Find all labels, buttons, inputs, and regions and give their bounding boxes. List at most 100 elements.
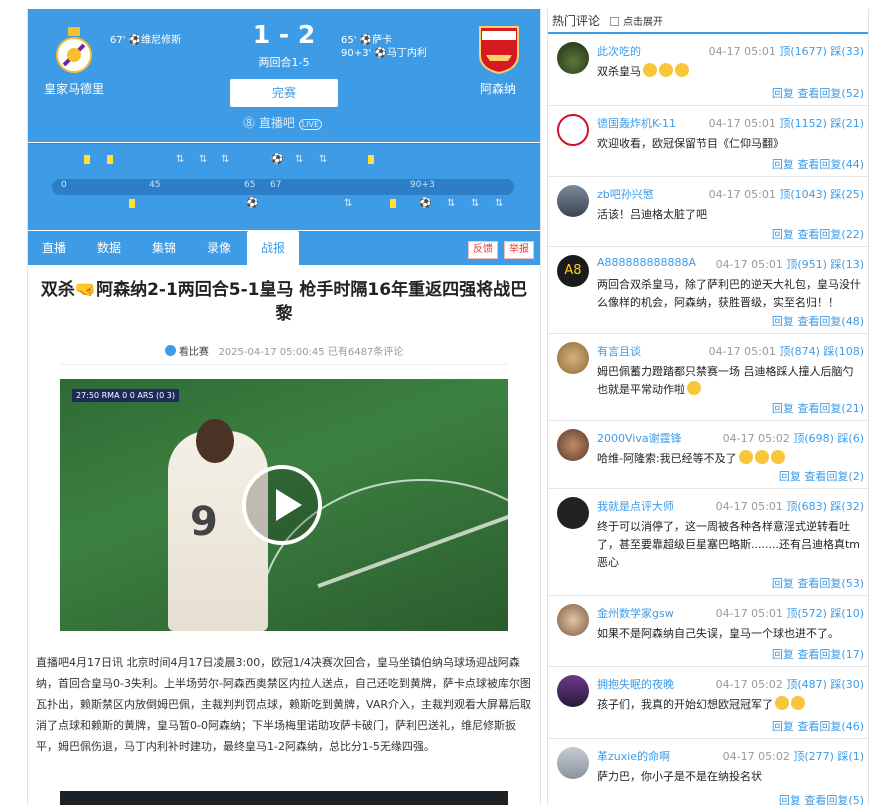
reply-button[interactable]: 回复: [772, 228, 798, 241]
tab-live[interactable]: 直播: [42, 231, 66, 265]
downvote-button[interactable]: 踩(6): [837, 432, 864, 445]
comment-username[interactable]: 金州数学家gsw: [597, 605, 674, 621]
player-head: [196, 419, 234, 463]
downvote-button[interactable]: 踩(32): [830, 500, 864, 513]
view-replies-button[interactable]: 查看回复(46): [797, 720, 864, 733]
view-replies-button[interactable]: 查看回复(53): [797, 577, 864, 590]
comment-actions: 回复 查看回复(48): [772, 313, 864, 329]
brand-icon: ⓼: [243, 116, 256, 130]
upvote-button[interactable]: 顶(277): [793, 750, 837, 763]
view-replies-button[interactable]: 查看回复(21): [797, 402, 864, 415]
comment-time: 04-17 05:01: [708, 117, 780, 130]
avatar[interactable]: [557, 429, 589, 461]
downvote-button[interactable]: 踩(10): [830, 607, 864, 620]
upvote-button[interactable]: 顶(487): [786, 678, 830, 691]
comment-username[interactable]: 德国轰炸机K-11: [597, 115, 676, 131]
avatar[interactable]: A8: [557, 255, 589, 287]
comment-username[interactable]: zb吧孙兴慜: [597, 186, 654, 202]
view-replies-button[interactable]: 查看回复(2): [804, 470, 864, 483]
reply-button[interactable]: 回复: [772, 648, 798, 661]
reply-button[interactable]: 回复: [772, 577, 798, 590]
view-replies-button[interactable]: 查看回复(44): [797, 158, 864, 171]
downvote-button[interactable]: 踩(108): [823, 345, 864, 358]
checkbox-icon[interactable]: [610, 17, 619, 26]
hot-comments-header: 热门评论 点击展开: [548, 9, 868, 34]
report-button[interactable]: 举报: [504, 241, 534, 259]
reply-button[interactable]: 回复: [772, 402, 798, 415]
comment-item: 2000Viva谢霆锋 04-17 05:02 顶(698) 踩(6) 哈维-阿隆索…: [548, 421, 868, 489]
upvote-button[interactable]: 顶(683): [786, 500, 830, 513]
comment-username[interactable]: 有言且谈: [597, 343, 641, 359]
expand-toggle[interactable]: 点击展开: [610, 13, 663, 28]
comment-actions: 回复 查看回复(44): [772, 156, 864, 172]
upvote-button[interactable]: 顶(1043): [779, 188, 830, 201]
play-icon[interactable]: [242, 465, 322, 545]
comment-username[interactable]: 我就是点评大师: [597, 498, 674, 514]
reply-button[interactable]: 回复: [772, 87, 798, 100]
feedback-button[interactable]: 反馈: [468, 241, 498, 259]
comment-item: 拥抱失眠的夜晚 04-17 05:02 顶(487) 踩(30) 孩子们，我真的开始…: [548, 667, 868, 739]
upvote-button[interactable]: 顶(572): [786, 607, 830, 620]
tab-report[interactable]: 战报: [247, 231, 299, 265]
view-replies-button[interactable]: 查看回复(48): [797, 315, 864, 328]
downvote-button[interactable]: 踩(30): [830, 678, 864, 691]
view-replies-button[interactable]: 查看回复(22): [797, 228, 864, 241]
comment-meta: 04-17 05:02 顶(277) 踩(1): [723, 748, 864, 764]
real-madrid-crest-icon[interactable]: [54, 27, 94, 75]
upvote-button[interactable]: 顶(1152): [779, 117, 830, 130]
comment-username[interactable]: A888888888888A: [597, 256, 696, 269]
upvote-button[interactable]: 顶(951): [786, 258, 830, 271]
avatar[interactable]: [557, 185, 589, 217]
comment-time: 04-17 05:01: [708, 45, 780, 58]
match-status-button[interactable]: 完赛: [230, 79, 338, 107]
reply-button[interactable]: 回复: [772, 158, 798, 171]
article-body: 直播吧4月17日讯 北京时间4月17日凌晨3:00，欧冠1/4决赛次回合，皇马坐…: [36, 656, 531, 753]
second-video[interactable]: [60, 791, 508, 805]
comment-username[interactable]: 此次吃的: [597, 43, 641, 59]
avatar[interactable]: [557, 604, 589, 636]
yellow-card-icon: [368, 155, 374, 164]
view-replies-button[interactable]: 查看回复(5): [804, 794, 864, 805]
avatar[interactable]: [557, 342, 589, 374]
home-scorer-name: 维尼修斯: [141, 35, 182, 46]
goal-icon: ⚽: [419, 198, 432, 209]
home-team-name[interactable]: 皇家马德里: [36, 80, 112, 97]
reply-button[interactable]: 回复: [772, 315, 798, 328]
avatar[interactable]: [557, 675, 589, 707]
view-replies-button[interactable]: 查看回复(52): [797, 87, 864, 100]
view-replies-button[interactable]: 查看回复(17): [797, 648, 864, 661]
brand-name: 直播吧: [258, 116, 295, 130]
comment-list: 此次吃的 04-17 05:01 顶(1677) 踩(33) 双杀皇马 回复 查看回复…: [548, 34, 868, 805]
comment-username[interactable]: 拥抱失眠的夜晚: [597, 676, 674, 692]
upvote-button[interactable]: 顶(874): [779, 345, 823, 358]
upvote-button[interactable]: 顶(1677): [779, 45, 830, 58]
downvote-button[interactable]: 踩(33): [830, 45, 864, 58]
hot-comments-panel: 热门评论 点击展开 此次吃的 04-17 05:01 顶(1677) 踩(33) 双…: [547, 9, 869, 805]
downvote-button[interactable]: 踩(1): [837, 750, 864, 763]
article-source[interactable]: 看比赛: [179, 347, 209, 358]
downvote-button[interactable]: 踩(25): [830, 188, 864, 201]
tab-stats[interactable]: 数据: [97, 231, 121, 265]
tab-replay[interactable]: 录像: [207, 231, 231, 265]
reply-button[interactable]: 回复: [779, 794, 805, 805]
video-player[interactable]: 27:50 RMA 0 0 ARS (0 3) 9: [60, 379, 508, 631]
comments-count[interactable]: 已有6487条评论: [328, 347, 403, 358]
away-team-name[interactable]: 阿森纳: [460, 80, 536, 97]
downvote-button[interactable]: 踩(13): [830, 258, 864, 271]
reply-button[interactable]: 回复: [779, 470, 805, 483]
avatar[interactable]: [557, 747, 589, 779]
reply-button[interactable]: 回复: [772, 720, 798, 733]
tab-highlights[interactable]: 集锦: [152, 231, 176, 265]
arsenal-crest-icon[interactable]: [478, 25, 520, 75]
avatar[interactable]: [557, 42, 589, 74]
avatar[interactable]: [557, 497, 589, 529]
hot-comments-title: 热门评论: [552, 14, 601, 28]
video-scorebug: 27:50 RMA 0 0 ARS (0 3): [72, 389, 179, 402]
comment-username[interactable]: 2000Viva谢霆锋: [597, 430, 682, 446]
comment-username[interactable]: 革zuxie的命啊: [597, 748, 670, 764]
upvote-button[interactable]: 顶(698): [793, 432, 837, 445]
comment-text: 姆巴佩蓄力蹬踏都只禁赛一场 吕迪格踩人撞人后脑勺也就是平常动作啦: [597, 365, 854, 396]
downvote-button[interactable]: 踩(21): [830, 117, 864, 130]
avatar[interactable]: [557, 114, 589, 146]
substitution-icon: ⇅: [495, 198, 504, 209]
